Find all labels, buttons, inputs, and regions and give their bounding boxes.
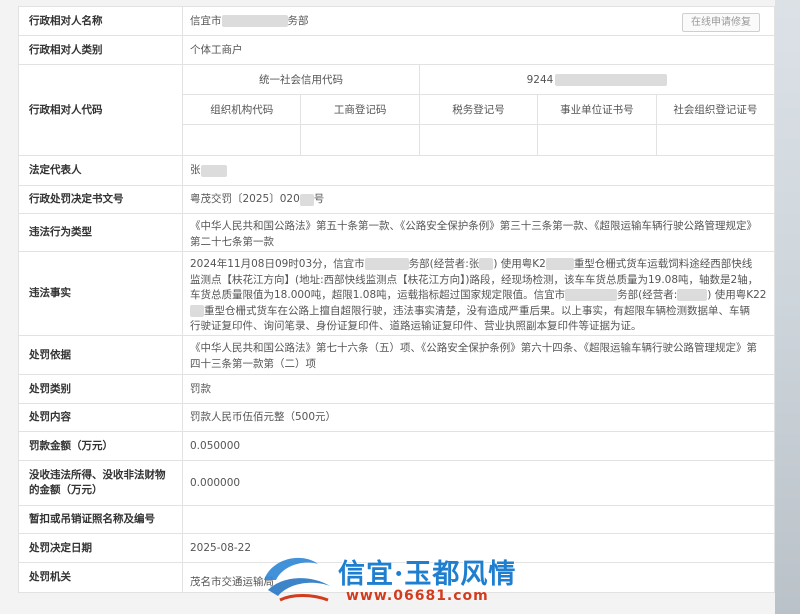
credit-code-label: 统一社会信用代码 bbox=[183, 65, 420, 94]
redacted-blur bbox=[555, 73, 668, 86]
redacted-blur bbox=[221, 15, 288, 27]
facts-text-part: 监测点【枎花江方向】(地址:西部快线监测点【枎花江方向】)路段，经现场检测，该车… bbox=[190, 273, 759, 286]
institution-cert-value bbox=[538, 125, 657, 155]
row-confiscation: 没收违法所得、没收非法财物的金额（万元） 0.000000 bbox=[19, 461, 775, 506]
name-prefix: 信宜市 bbox=[190, 14, 222, 27]
label-fine: 罚款金额（万元） bbox=[19, 432, 183, 460]
value-penalty-content: 罚款人民币伍佰元整（500元） bbox=[183, 404, 775, 431]
row-penalty-type: 处罚类别 罚款 bbox=[19, 375, 775, 404]
row-name: 行政相对人名称 信宜市 务部 在线申请修复 bbox=[19, 7, 775, 36]
redacted-blur bbox=[200, 164, 227, 177]
label-penalty-content: 处罚内容 bbox=[19, 404, 183, 431]
label-authority: 处罚机关 bbox=[19, 563, 183, 592]
row-fine: 罚款金额（万元） 0.050000 bbox=[19, 432, 775, 461]
redacted-blur bbox=[545, 258, 574, 270]
credit-code-row: 统一社会信用代码 9244 bbox=[183, 65, 774, 95]
facts-text-part: ) 使用粤K22 bbox=[707, 289, 767, 301]
value-license bbox=[183, 506, 775, 533]
credit-code-prefix: 9244 bbox=[526, 73, 554, 86]
site-watermark: 信宜·玉都风情 www.06681.com bbox=[258, 548, 558, 610]
value-basis: 《中华人民共和国公路法》第七十六条（五）项、《公路安全保护条例》第六十四条、《超… bbox=[183, 336, 775, 374]
code-grid: 统一社会信用代码 9244 组织机构代码 工商登记码 税务登记号 事业单位证书号… bbox=[183, 65, 775, 155]
business-reg-header: 工商登记码 bbox=[301, 95, 420, 124]
row-legal-rep: 法定代表人 张 bbox=[19, 156, 775, 186]
redacted-blur bbox=[364, 258, 409, 270]
row-license: 暂扣或吊销证照名称及编号 bbox=[19, 506, 775, 534]
org-code-header: 组织机构代码 bbox=[183, 95, 302, 124]
redacted-blur bbox=[479, 258, 494, 270]
doc-no-prefix: 粤茂交罚〔2025〕020 bbox=[190, 193, 300, 205]
row-category: 行政相对人类别 个体工商户 bbox=[19, 36, 775, 65]
credit-code-value: 9244 bbox=[420, 65, 774, 94]
value-fine: 0.050000 bbox=[183, 432, 775, 460]
label-confiscation: 没收违法所得、没收非法财物的金额（万元） bbox=[19, 461, 183, 505]
facts-text-part: ) 使用粤K2 bbox=[493, 258, 546, 270]
row-facts: 违法事实 2024年11月08日09时03分，信宜市 务部(经营者:张 ) 使用粤K… bbox=[19, 252, 775, 336]
value-category: 个体工商户 bbox=[183, 36, 775, 64]
facts-text-part: 重型仓栅式货车运载饲料途经西部快线 bbox=[573, 258, 753, 270]
legal-rep-name: 张 bbox=[190, 164, 201, 176]
label-name: 行政相对人名称 bbox=[19, 7, 183, 35]
label-basis: 处罚依据 bbox=[19, 336, 183, 374]
redacted-blur bbox=[565, 289, 618, 301]
value-doc-no: 粤茂交罚〔2025〕020 号 bbox=[183, 186, 775, 213]
facts-text-part: 行驶证复印件、询问笔录、身份证复印件、道路运输证复印件、营业执照副本复印件等证据… bbox=[190, 320, 642, 332]
tax-reg-header: 税务登记号 bbox=[420, 95, 539, 124]
penalty-info-table: 行政相对人名称 信宜市 务部 在线申请修复 行政相对人类别 个体工商户 行政相对… bbox=[18, 6, 775, 593]
label-penalty-type: 处罚类别 bbox=[19, 375, 183, 403]
facts-text-part: 车货总质量限值为18.000吨，超限1.08吨，运载指标超过国家规定限值。信宜市 bbox=[190, 289, 566, 301]
facts-text: 2024年11月08日09时03分，信宜市 务部(经营者:张 ) 使用粤K2 重型仓栅… bbox=[190, 257, 766, 335]
online-repair-button[interactable]: 在线申请修复 bbox=[682, 13, 760, 32]
facts-text-part: 务部(经营者:张 bbox=[408, 258, 480, 270]
row-doc-no: 行政处罚决定书文号 粤茂交罚〔2025〕020 号 bbox=[19, 186, 775, 214]
social-org-header: 社会组织登记证号 bbox=[673, 104, 758, 116]
watermark-title: 信宜·玉都风情 bbox=[338, 559, 517, 590]
label-violation-type: 违法行为类型 bbox=[19, 214, 183, 251]
row-code: 行政相对人代码 统一社会信用代码 9244 组织机构代码 工商登记码 税务登记号… bbox=[19, 65, 775, 156]
label-legal-rep: 法定代表人 bbox=[19, 156, 183, 185]
institution-cert-header: 事业单位证书号 bbox=[538, 95, 657, 124]
row-basis: 处罚依据 《中华人民共和国公路法》第七十六条（五）项、《公路安全保护条例》第六十… bbox=[19, 336, 775, 375]
value-facts: 2024年11月08日09时03分，信宜市 务部(经营者:张 ) 使用粤K2 重型仓栅… bbox=[183, 252, 775, 335]
facts-text-part: 务部(经营者: bbox=[617, 289, 678, 301]
code-header-row: 组织机构代码 工商登记码 税务登记号 事业单位证书号 社会组织登记证号 bbox=[183, 95, 774, 125]
label-doc-no: 行政处罚决定书文号 bbox=[19, 186, 183, 213]
value-violation-type: 《中华人民共和国公路法》第五十条第一款、《公路安全保护条例》第三十三条第一款、《… bbox=[183, 214, 775, 251]
value-penalty-type: 罚款 bbox=[183, 375, 775, 403]
redacted-blur bbox=[190, 304, 204, 317]
business-reg-value bbox=[301, 125, 420, 155]
facts-text-part: 2024年11月08日09时03分，信宜市 bbox=[190, 258, 365, 270]
label-code: 行政相对人代码 bbox=[19, 65, 183, 155]
label-category: 行政相对人类别 bbox=[19, 36, 183, 64]
name-suffix: 务部 bbox=[287, 14, 309, 27]
label-facts: 违法事实 bbox=[19, 252, 183, 335]
value-name: 信宜市 务部 在线申请修复 bbox=[183, 7, 775, 35]
row-violation-type: 违法行为类型 《中华人民共和国公路法》第五十条第一款、《公路安全保护条例》第三十… bbox=[19, 214, 775, 252]
doc-no-suffix: 号 bbox=[313, 193, 325, 205]
watermark-logo-icon bbox=[264, 557, 330, 602]
label-decision-date: 处罚决定日期 bbox=[19, 534, 183, 562]
org-code-value bbox=[183, 125, 302, 155]
code-value-row bbox=[183, 125, 774, 155]
tax-reg-value bbox=[420, 125, 539, 155]
redacted-blur bbox=[299, 193, 314, 206]
facts-text-part: 重型仓栅式货车在公路上擅自超限行驶，违法事实清楚，没有造成严重后果。以上事实，有… bbox=[204, 304, 750, 317]
watermark-url: www.06681.com bbox=[346, 588, 489, 604]
value-confiscation: 0.000000 bbox=[183, 461, 775, 505]
label-license: 暂扣或吊销证照名称及编号 bbox=[19, 506, 183, 533]
right-edge-strip bbox=[775, 0, 800, 614]
value-legal-rep: 张 bbox=[183, 156, 775, 185]
redacted-blur bbox=[677, 289, 708, 301]
social-org-value bbox=[657, 125, 774, 155]
row-penalty-content: 处罚内容 罚款人民币伍佰元整（500元） bbox=[19, 404, 775, 432]
